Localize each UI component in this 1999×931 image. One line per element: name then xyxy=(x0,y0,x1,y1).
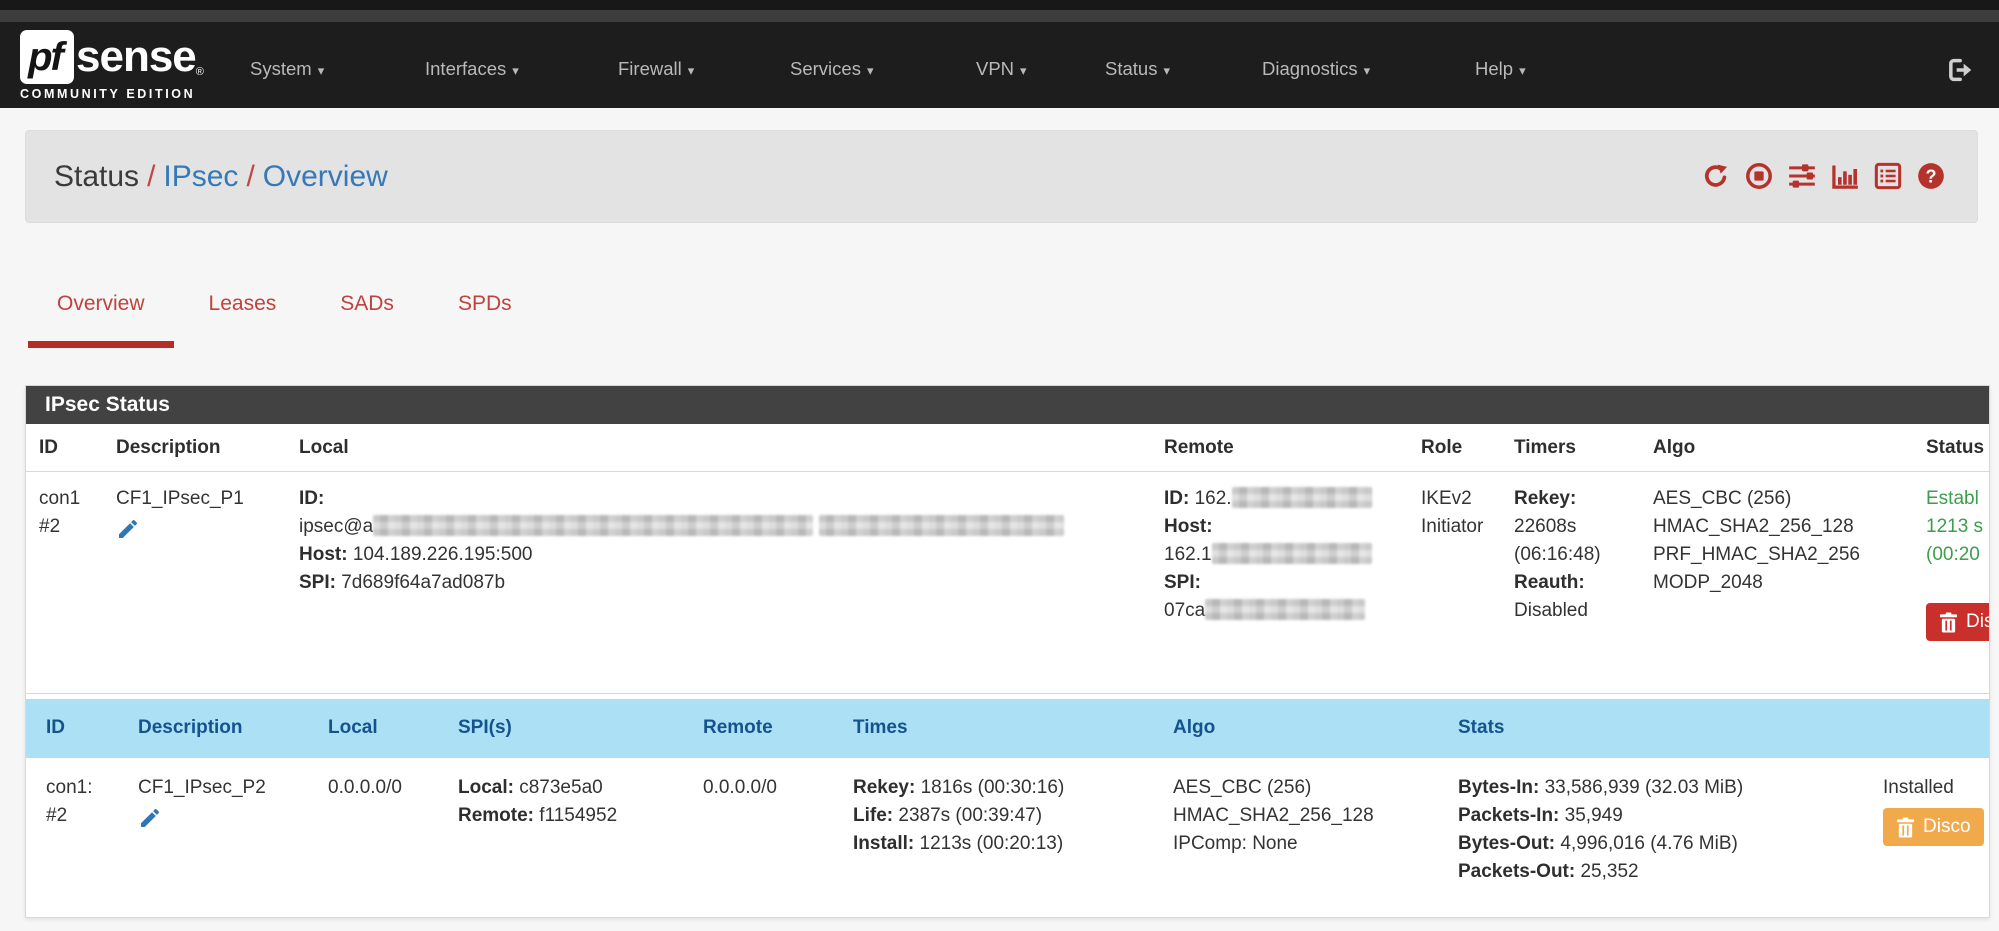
redacted-remote-host xyxy=(1212,543,1372,564)
tab-sads[interactable]: SADs xyxy=(308,278,426,348)
refresh-icon[interactable] xyxy=(1702,162,1730,190)
cell-remote: 0.0.0.0/0 xyxy=(683,758,833,886)
trash-icon xyxy=(1939,612,1958,633)
col-header-timers: Timers xyxy=(1514,424,1653,471)
cell-stats: Bytes-In: 33,586,939 (32.03 MiB) Packets… xyxy=(1438,758,1863,886)
chevron-down-icon: ▾ xyxy=(1020,63,1027,78)
list-icon[interactable] xyxy=(1874,162,1902,190)
ipsec-child-table: ID Description Local SPI(s) Remote Times… xyxy=(26,699,1990,886)
breadcrumb: Status/IPsec/Overview xyxy=(54,160,388,194)
chevron-down-icon: ▾ xyxy=(688,63,695,78)
pfsense-logo[interactable]: pf sense ® COMMUNITY EDITION xyxy=(20,30,250,108)
page-header-bar: Status/IPsec/Overview xyxy=(25,130,1978,223)
logo-edition: COMMUNITY EDITION xyxy=(20,87,250,101)
sign-out-icon[interactable] xyxy=(1945,56,1973,84)
cell-id: con1 #2 xyxy=(39,485,116,677)
child-table-header-row: ID Description Local SPI(s) Remote Times… xyxy=(26,699,1990,758)
col-header-algo: Algo xyxy=(1153,699,1438,758)
col-header-description: Description xyxy=(118,699,308,758)
tab-spds[interactable]: SPDs xyxy=(426,278,544,348)
cell-local: ID: ipsec@a Host: 104.189.226.195:500 SP… xyxy=(299,485,1164,677)
redacted-remote-spi xyxy=(1205,599,1365,620)
chevron-down-icon: ▾ xyxy=(867,63,874,78)
cell-spis: Local: c873e5a0 Remote: f1154952 xyxy=(438,758,683,886)
redacted-local-id xyxy=(373,515,813,536)
cell-id: con1: #2 xyxy=(26,758,118,886)
breadcrumb-link-ipsec[interactable]: IPsec xyxy=(163,160,238,193)
cell-description: CF1_IPsec_P2 xyxy=(118,758,308,886)
col-header-remote: Remote xyxy=(683,699,833,758)
nav-item-system[interactable]: System▾ xyxy=(250,58,324,80)
col-header-algo: Algo xyxy=(1653,424,1926,471)
edit-pencil-icon[interactable] xyxy=(116,517,140,541)
breadcrumb-separator: / xyxy=(238,160,262,193)
nav-item-help[interactable]: Help▾ xyxy=(1475,58,1526,80)
col-header-role: Role xyxy=(1421,424,1514,471)
col-header-description: Description xyxy=(116,424,299,471)
edit-pencil-icon[interactable] xyxy=(138,806,162,830)
logo-sense: sense xyxy=(76,32,196,82)
col-header-id: ID xyxy=(26,699,118,758)
tab-leases[interactable]: Leases xyxy=(177,278,309,348)
logo-registered-mark: ® xyxy=(196,66,204,78)
chevron-down-icon: ▾ xyxy=(512,63,519,78)
col-header-times: Times xyxy=(833,699,1153,758)
logo-pf-box: pf xyxy=(20,30,74,84)
tab-bar: Overview Leases SADs SPDs xyxy=(25,278,544,348)
ipsec-status-panel: IPsec Status ID Description Local Remote… xyxy=(25,385,1990,918)
col-header-remote: Remote xyxy=(1164,424,1421,471)
tab-overview[interactable]: Overview xyxy=(25,278,177,348)
top-strip-light xyxy=(0,10,1999,22)
logo-pf: pf xyxy=(28,35,66,80)
col-header-local: Local xyxy=(308,699,438,758)
stop-icon[interactable] xyxy=(1745,162,1773,190)
chevron-down-icon: ▾ xyxy=(1364,63,1371,78)
ipsec-parent-table: ID Description Local Remote Role Timers … xyxy=(26,424,1990,886)
panel-title: IPsec Status xyxy=(26,386,1989,424)
cell-status: Installed Disco xyxy=(1863,758,1990,886)
nav-item-diagnostics[interactable]: Diagnostics▾ xyxy=(1262,58,1370,80)
cell-remote: ID: 162. Host: 162.1 SPI: 07ca xyxy=(1164,485,1421,677)
cell-algo: AES_CBC (256) HMAC_SHA2_256_128 IPComp: … xyxy=(1153,758,1438,886)
disconnect-p1-button[interactable]: Dis xyxy=(1926,603,1990,641)
cell-times: Rekey: 1816s (00:30:16) Life: 2387s (00:… xyxy=(833,758,1153,886)
cell-algo: AES_CBC (256) HMAC_SHA2_256_128 PRF_HMAC… xyxy=(1653,485,1926,677)
col-header-blank xyxy=(1863,699,1990,758)
trash-icon xyxy=(1896,817,1915,838)
nav-item-vpn[interactable]: VPN▾ xyxy=(976,58,1027,80)
svg-text:?: ? xyxy=(1925,166,1936,186)
col-header-local: Local xyxy=(299,424,1164,471)
redacted-local-id-2 xyxy=(819,515,1064,536)
cell-status: Establ 1213 s (00:20 Dis xyxy=(1926,485,1990,677)
help-icon[interactable]: ? xyxy=(1917,162,1945,190)
col-header-spis: SPI(s) xyxy=(438,699,683,758)
disconnect-p2-button[interactable]: Disco xyxy=(1883,808,1984,846)
col-header-status: Status xyxy=(1926,424,1990,471)
cell-local: 0.0.0.0/0 xyxy=(308,758,438,886)
bar-chart-icon[interactable] xyxy=(1831,162,1859,190)
chevron-down-icon: ▾ xyxy=(318,63,325,78)
sliders-icon[interactable] xyxy=(1788,162,1816,190)
breadcrumb-link-overview[interactable]: Overview xyxy=(263,160,388,193)
breadcrumb-separator: / xyxy=(139,160,163,193)
nav-item-status[interactable]: Status▾ xyxy=(1105,58,1170,80)
table-row-p2: con1: #2 CF1_IPsec_P2 0.0.0.0/0 Local: c… xyxy=(26,758,1990,886)
top-strip xyxy=(0,0,1999,10)
cell-role: IKEv2 Initiator xyxy=(1421,485,1514,677)
cell-timers: Rekey: 22608s (06:16:48) Reauth: Disable… xyxy=(1514,485,1653,677)
nav-item-firewall[interactable]: Firewall▾ xyxy=(618,58,694,80)
navbar: pf sense ® COMMUNITY EDITION System▾ Int… xyxy=(0,22,1999,108)
nav-item-services[interactable]: Services▾ xyxy=(790,58,873,80)
redacted-remote-id xyxy=(1232,487,1372,508)
nav-item-interfaces[interactable]: Interfaces▾ xyxy=(425,58,519,80)
breadcrumb-root: Status xyxy=(54,160,139,193)
col-header-stats: Stats xyxy=(1438,699,1863,758)
table-row-p1: con1 #2 CF1_IPsec_P1 ID: ipsec@a Host: 1… xyxy=(26,472,1990,694)
parent-table-header-row: ID Description Local Remote Role Timers … xyxy=(26,424,1990,472)
chevron-down-icon: ▾ xyxy=(1163,63,1170,78)
col-header-id: ID xyxy=(39,424,116,471)
cell-description: CF1_IPsec_P1 xyxy=(116,485,299,677)
chevron-down-icon: ▾ xyxy=(1519,63,1526,78)
